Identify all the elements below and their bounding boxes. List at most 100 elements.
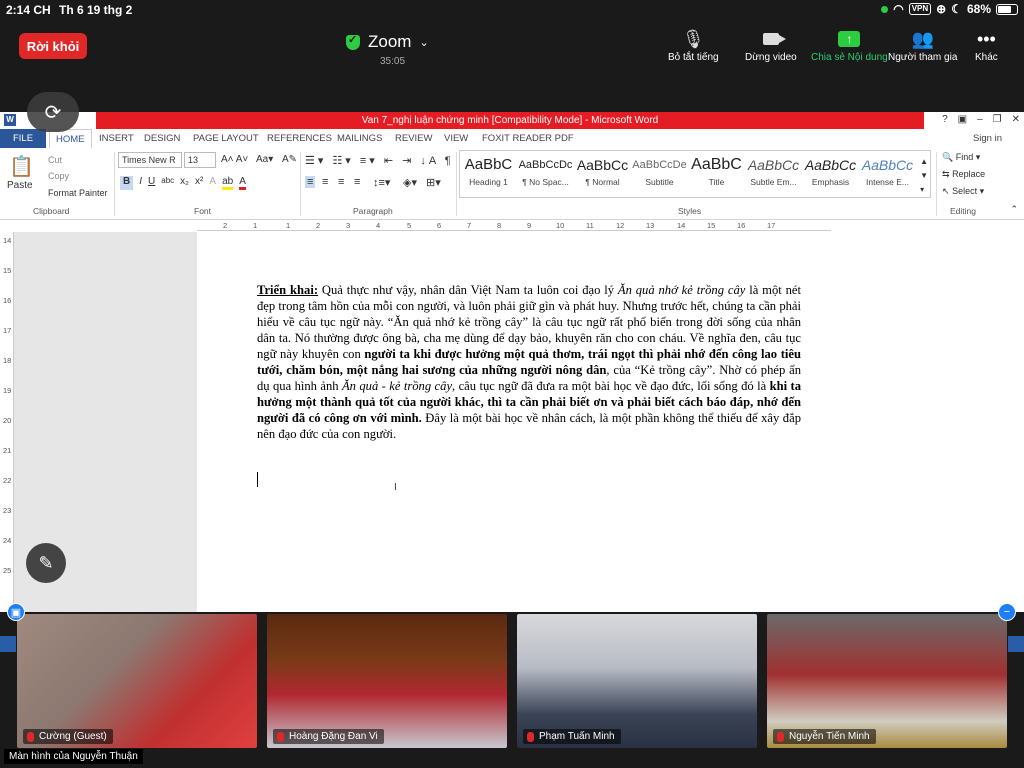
styles-group-label: Styles <box>678 206 702 216</box>
collapse-gallery-icon[interactable]: − <box>998 603 1016 621</box>
share-content-button[interactable]: ↑ Chia sẻ Nội dung <box>811 26 888 63</box>
video-label: Dừng video <box>745 52 797 63</box>
font-size-select[interactable]: 13 <box>184 152 216 168</box>
bullets-icon[interactable]: ☰▾ ☷▾ ≡▾ ⇤ ⇥ ↓A ¶ <box>305 154 454 167</box>
borders-icon[interactable]: ⊞▾ <box>426 176 441 189</box>
style-title[interactable]: AaBbC Title <box>688 153 745 187</box>
tab-foxit[interactable]: FOXIT READER PDF <box>482 133 574 144</box>
font-color-icon[interactable]: A <box>239 176 246 190</box>
pencil-icon: ✎ <box>38 552 54 573</box>
style-subtitle[interactable]: AaBbCcDe Subtitle <box>631 153 688 187</box>
clear-format-icon[interactable]: A✎ <box>282 154 297 165</box>
cut-button[interactable]: Cut <box>48 155 62 165</box>
tab-design[interactable]: DESIGN <box>144 133 180 144</box>
participant-tile[interactable]: Phạm Tuấn Minh <box>517 614 757 748</box>
font-name-select[interactable]: Times New R <box>118 152 182 168</box>
format-painter-button[interactable]: Format Painter <box>48 188 108 198</box>
status-date: Th 6 19 thg 2 <box>59 3 133 17</box>
divider <box>114 152 115 216</box>
tab-mailings[interactable]: MAILINGS <box>337 133 382 144</box>
superscript-button[interactable]: x² <box>195 176 203 190</box>
cursor-icon: ↖ <box>942 186 950 196</box>
align-left-icon[interactable]: ≡ <box>305 176 316 188</box>
moon-icon: ☾ <box>951 2 962 16</box>
text-effects-icon[interactable]: A <box>209 176 216 190</box>
ribbon-tabs: FILE HOME INSERT DESIGN PAGE LAYOUT REFE… <box>0 129 1024 148</box>
tab-review[interactable]: REVIEW <box>395 133 432 144</box>
tab-insert[interactable]: INSERT <box>99 133 134 144</box>
paragraph-group-label: Paragraph <box>353 206 393 216</box>
divider <box>936 152 937 216</box>
paste-button[interactable]: Paste <box>7 180 33 191</box>
word-app-icon: W <box>4 114 16 126</box>
people-icon: 👥 <box>911 28 934 49</box>
more-button[interactable]: ••• Khác <box>975 26 998 64</box>
styles-scroll-icon[interactable]: ▲ ▼ ▾ <box>920 155 928 197</box>
doc-lead: Triển khai: <box>257 283 319 297</box>
copy-button[interactable]: Copy <box>48 171 69 181</box>
help-icon[interactable]: ? <box>942 114 948 125</box>
select-button[interactable]: ↖ Select ▾ <box>942 186 984 197</box>
highlight-icon[interactable]: ab <box>222 176 234 190</box>
leave-button[interactable]: Rời khỏi <box>19 33 87 59</box>
gallery-left-edge <box>0 636 16 652</box>
paste-icon[interactable]: 📋 <box>9 154 34 179</box>
share-menu-icon[interactable]: ▣ <box>7 603 25 621</box>
participant-tile[interactable]: Cường (Guest) <box>17 614 257 748</box>
style-intense-emphasis[interactable]: AaBbCc Intense E... <box>859 153 916 187</box>
replace-button[interactable]: ⇆ Replace <box>942 169 985 180</box>
meeting-title[interactable]: Zoom ⌄ <box>346 32 429 52</box>
participant-tile[interactable]: Nguyễn Tiến Minh <box>767 614 1007 748</box>
participant-gallery: Cường (Guest) Hoàng Đặng Đan Vi Phạm Tuấ… <box>0 612 1024 768</box>
chevron-down-icon: ⌄ <box>419 36 429 49</box>
italic-button[interactable]: I <box>139 176 142 190</box>
zoom-screen: 2:14 CH Th 6 19 thg 2 ◠ VPN ⊕ ☾ 68% Rời … <box>0 0 1024 768</box>
style-heading-1[interactable]: AaBbC Heading 1 <box>460 153 517 187</box>
mute-button[interactable]: 🎙 Bỏ tắt tiếng <box>668 26 719 64</box>
change-case-icon[interactable]: Aa▾ <box>256 154 273 165</box>
video-camera-icon <box>762 33 786 45</box>
line-spacing-icon[interactable]: ↕≡▾ <box>373 176 390 189</box>
status-time: 2:14 CH <box>6 3 51 17</box>
restore-icon[interactable]: ❐ <box>993 114 1002 125</box>
switch-camera-button[interactable]: ⟳ <box>27 92 79 132</box>
status-right: ◠ VPN ⊕ ☾ 68% <box>881 2 1018 16</box>
close-icon[interactable]: ✕ <box>1012 114 1020 125</box>
sign-in-link[interactable]: Sign in <box>973 133 1002 144</box>
meeting-timer: 35:05 <box>380 56 406 67</box>
shading-icon[interactable]: ◈▾ <box>403 176 417 189</box>
tab-view[interactable]: VIEW <box>444 133 468 144</box>
style-normal[interactable]: AaBbCc ¶ Normal <box>574 153 631 187</box>
style-no-spacing[interactable]: AaBbCcDc ¶ No Spac... <box>517 153 574 187</box>
tab-page-layout[interactable]: PAGE LAYOUT <box>193 133 259 144</box>
justify-icon[interactable]: ≡ <box>354 176 360 188</box>
screen-owner-label: Màn hình của Nguyễn Thuận <box>4 749 143 764</box>
collapse-ribbon-icon[interactable]: ⌃ <box>1010 204 1018 215</box>
tab-file[interactable]: FILE <box>0 129 46 148</box>
participant-name: Cường (Guest) <box>23 729 113 744</box>
participant-tile[interactable]: Hoàng Đặng Đan Vi <box>267 614 507 748</box>
participants-button[interactable]: 👥 Người tham gia <box>888 26 958 64</box>
battery-percent: 68% <box>966 2 991 16</box>
find-button[interactable]: 🔍 Find ▾ <box>942 152 980 163</box>
minimize-icon[interactable]: – <box>977 114 983 125</box>
bold-button[interactable]: B <box>120 176 134 190</box>
document-page[interactable]: Triển khai: Quả thực như vậy, nhân dân V… <box>197 232 831 612</box>
divider <box>300 152 301 216</box>
underline-button[interactable]: U <box>148 176 155 190</box>
participants-label: Người tham gia <box>888 52 958 63</box>
grow-font-icon[interactable]: A˄ A˅ <box>221 154 248 165</box>
annotate-button[interactable]: ✎ <box>26 543 66 583</box>
align-center-icon[interactable]: ≡ <box>322 176 328 188</box>
tab-references[interactable]: REFERENCES <box>267 133 332 144</box>
style-emphasis[interactable]: AaBbCc Emphasis <box>802 153 859 187</box>
subscript-button[interactable]: x₂ <box>180 176 189 190</box>
style-subtle-emphasis[interactable]: AaBbCc Subtle Em... <box>745 153 802 187</box>
participant-name: Hoàng Đặng Đan Vi <box>273 729 384 744</box>
strikethrough-button[interactable]: abc <box>161 176 174 190</box>
video-button[interactable]: Dừng video <box>745 26 797 63</box>
battery-icon <box>996 3 1018 15</box>
align-right-icon[interactable]: ≡ <box>338 176 344 188</box>
ribbon-display-icon[interactable]: ▣ <box>958 114 967 125</box>
ios-status-bar: 2:14 CH Th 6 19 thg 2 ◠ VPN ⊕ ☾ 68% <box>0 0 1024 20</box>
